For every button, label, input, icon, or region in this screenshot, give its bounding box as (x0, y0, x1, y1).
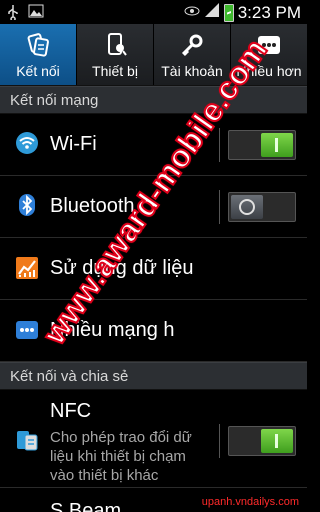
divider (219, 190, 220, 224)
section-title: Kết nối mạng (10, 92, 99, 109)
nfc-description: Cho phép trao đổi dữ liệu khi thiết bị c… (50, 429, 192, 484)
wifi-icon (15, 131, 39, 155)
connections-icon (24, 33, 52, 57)
status-bar: 3:23 PM (0, 0, 307, 24)
bluetooth-icon (15, 193, 39, 217)
key-icon (178, 33, 206, 57)
nfc-toggle[interactable] (228, 426, 296, 456)
wifi-label: Wi-Fi (50, 133, 97, 155)
nfc-label: NFC (50, 400, 92, 422)
eye-icon (184, 4, 200, 22)
divider (219, 128, 220, 162)
tab-label: Thiết bị (92, 63, 138, 79)
status-time: 3:23 PM (237, 2, 301, 22)
section-header-network: Kết nối mạng (0, 86, 307, 114)
image-icon (28, 4, 44, 25)
data-usage-icon (15, 256, 39, 280)
nfc-icon (15, 428, 39, 452)
battery-charging-icon (223, 3, 234, 22)
credit-text: upanh.vndailys.com (201, 496, 299, 508)
data-usage-row[interactable]: Sử dụng dữ liệu (0, 238, 307, 300)
bluetooth-toggle[interactable] (228, 192, 296, 222)
sbeam-label: S Beam (50, 500, 122, 512)
device-icon (101, 33, 129, 57)
tab-device[interactable]: Thiết bị (77, 24, 154, 85)
usb-icon (6, 4, 20, 25)
section-title: Kết nối và chia sẻ (10, 368, 129, 385)
tab-label: Kết nối (16, 63, 60, 79)
tab-connections[interactable]: Kết nối (0, 24, 77, 85)
wifi-toggle[interactable] (228, 130, 296, 160)
divider (219, 424, 220, 458)
section-header-share: Kết nối và chia sẻ (0, 362, 307, 390)
nfc-row[interactable]: NFC Cho phép trao đổi dữ liệu khi thiết … (0, 390, 307, 488)
signal-icon (204, 2, 220, 23)
